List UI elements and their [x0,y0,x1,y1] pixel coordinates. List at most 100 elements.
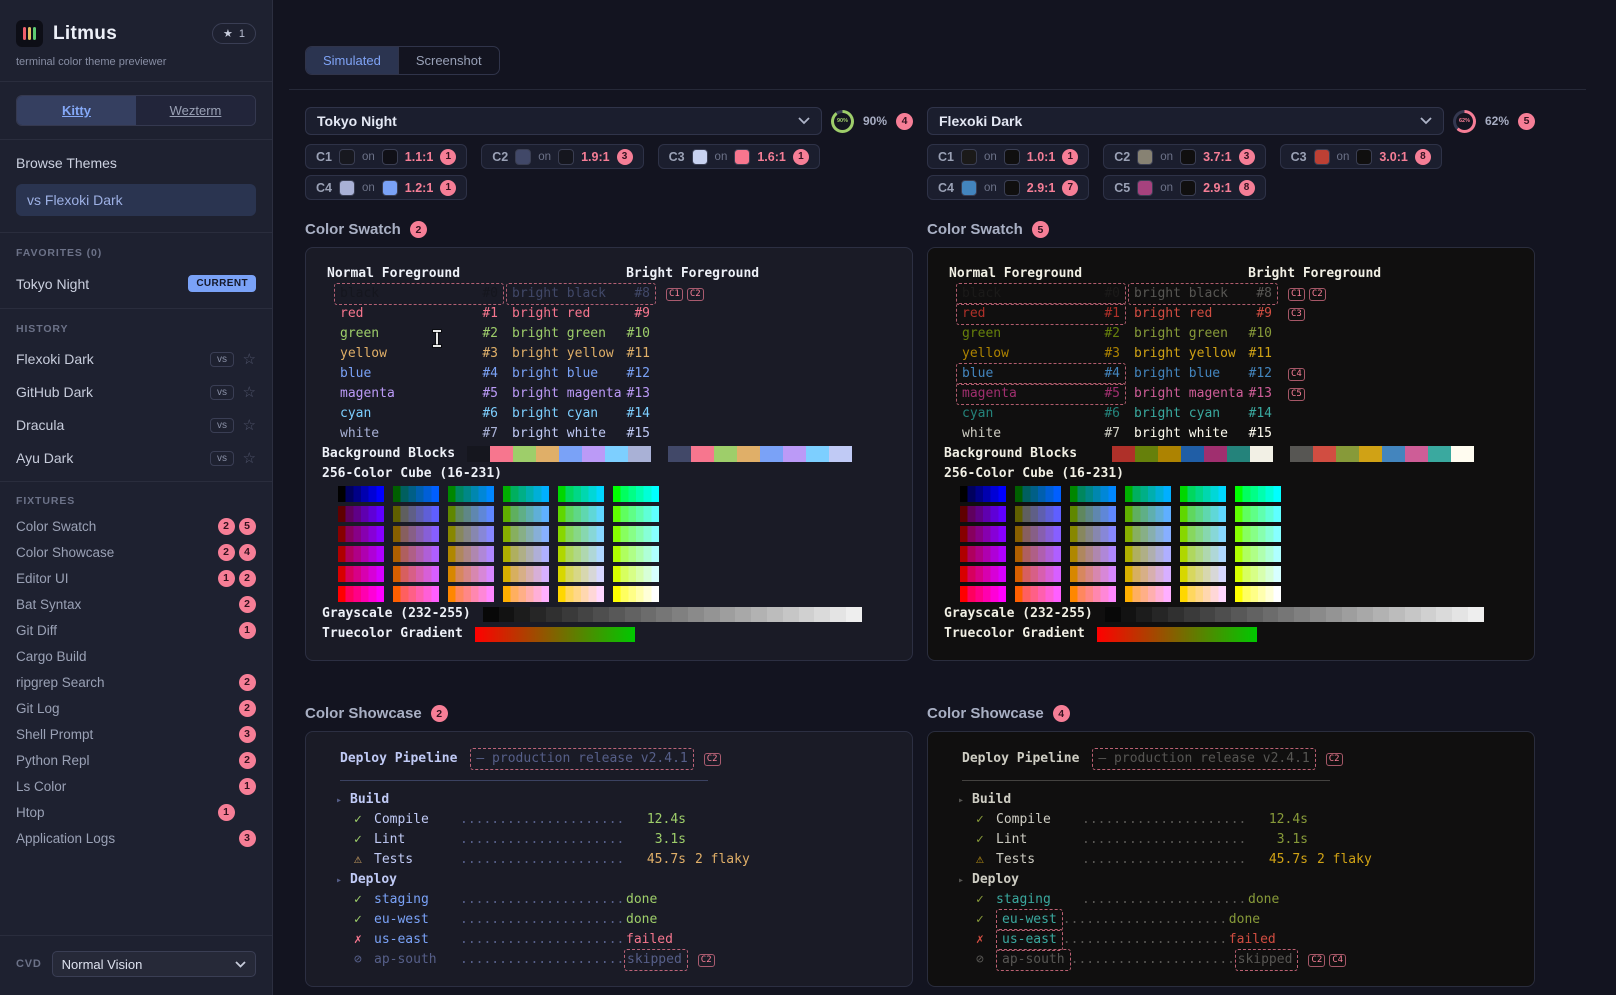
cvd-label: CVD [16,958,42,970]
fixture-name: Shell Prompt [16,727,93,742]
history-vs-button[interactable]: vs [210,352,234,367]
cube-strip [613,546,659,562]
cube-strip [960,526,1006,542]
fixture-item-color-swatch[interactable]: Color Swatch25 [16,513,256,539]
color-name: blue [962,364,993,384]
fixture-item-git-diff[interactable]: Git Diff1 [16,617,256,643]
step-label: Lint [996,830,1082,850]
swatch-row: white#7bright white#15 [322,424,896,444]
swatch-row: black#0bright black#8C1C2 [322,284,896,304]
fixture-item-git-log[interactable]: Git Log2 [16,695,256,721]
fixture-item-ls-color[interactable]: Ls Color1 [16,773,256,799]
color-name: white [962,424,1001,444]
fixture-item-application-logs[interactable]: Application Logs3 [16,825,256,851]
compare-selected-item[interactable]: vs Flexoki Dark [16,184,256,216]
normal-color-cell: white#7 [956,423,1126,445]
history-favorite-star-icon[interactable]: ☆ [234,350,256,368]
cube-strip [503,506,549,522]
history-favorite-star-icon[interactable]: ☆ [234,449,256,467]
fixture-item-htop[interactable]: Htop1 [16,799,256,825]
litmus-app: Litmus ★ 1 terminal color theme previewe… [0,0,1616,995]
contrast-chip-c3[interactable]: C3on3.0:18 [1280,144,1442,169]
cube-strip [558,546,604,562]
github-star-button[interactable]: ★ 1 [212,23,256,44]
cube-row [960,544,1518,564]
fixture-item-python-repl[interactable]: Python Repl2 [16,747,256,773]
bright-color-cell: bright black#8 [1128,283,1278,305]
chip-ratio: 1.1:1 [405,150,434,164]
contrast-chip-c2[interactable]: C2on1.9:13 [481,144,643,169]
contrast-chip-c1[interactable]: C1on1.0:11 [927,144,1089,169]
fixture-name: Color Showcase [16,545,114,560]
contrast-chip-c5[interactable]: C5on2.9:18 [1103,175,1265,200]
history-row[interactable]: Draculavs☆ [16,416,256,434]
section-issue-badge: 2 [410,221,427,238]
chip-bg-swatch [558,149,574,165]
contrast-chip-c1[interactable]: C1on1.1:11 [305,144,467,169]
history-row[interactable]: GitHub Darkvs☆ [16,383,256,401]
chip-count-badge: 1 [1062,149,1078,165]
color-index: #12 [1249,364,1272,384]
theme-select[interactable]: Tokyo Night [305,107,822,135]
normal-color-cell: cyan#6 [334,403,504,425]
color-index: #2 [482,324,498,344]
fixture-item-color-showcase[interactable]: Color Showcase24 [16,539,256,565]
history-vs-button[interactable]: vs [210,418,234,433]
bright-color-cell: bright blue#12 [1128,363,1278,385]
triangle-right-icon: ▸ [336,795,342,806]
favorite-row[interactable]: Tokyo Night CURRENT [16,275,256,292]
fixture-item-cargo-build[interactable]: Cargo Build [16,643,256,669]
cube-strip [338,506,384,522]
color-name: magenta [340,384,395,404]
fixture-item-ripgrep-search[interactable]: ripgrep Search2 [16,669,256,695]
cube-strip [1235,486,1281,502]
chip-label: C4 [938,181,954,195]
contrast-ref-tag: C1 [666,288,683,301]
swatch-row: yellow#3bright yellow#11 [944,344,1518,364]
contrast-ref-tag: C4 [1288,368,1305,381]
pipeline-step-row: ✓eu-west................................… [944,910,1518,930]
fixture-name: Ls Color [16,779,66,794]
history-vs-button[interactable]: vs [210,385,234,400]
color-name: bright black [512,284,606,304]
fixture-item-bat-syntax[interactable]: Bat Syntax2 [16,591,256,617]
cube-row [338,524,896,544]
chevron-down-icon [798,117,810,125]
fixture-item-editor-ui[interactable]: Editor UI12 [16,565,256,591]
truecolor-row: Truecolor Gradient [322,624,896,644]
cube-row [338,504,896,524]
contrast-ref-tag: C1 [1288,288,1305,301]
gauge-inner-label: 90% [837,118,848,124]
chip-bg-swatch [1180,149,1196,165]
step-label: Tests [996,850,1082,870]
contrast-chip-c4[interactable]: C4on1.2:11 [305,175,467,200]
app-title: Litmus [53,23,117,45]
history-favorite-star-icon[interactable]: ☆ [234,383,256,401]
terminal-tab-kitty[interactable]: Kitty [17,96,136,125]
terminal-tab-wezterm[interactable]: Wezterm [136,96,255,125]
chip-on-label: on [984,151,997,163]
cube-row [338,584,896,604]
view-tab-simulated[interactable]: Simulated [306,47,398,74]
color-name: bright green [1134,324,1228,344]
contrast-chip-c4[interactable]: C4on2.9:17 [927,175,1089,200]
step-value: failed [1227,930,1289,950]
fixture-item-shell-prompt[interactable]: Shell Prompt3 [16,721,256,747]
history-row[interactable]: Flexoki Darkvs☆ [16,350,256,368]
theme-select[interactable]: Flexoki Dark [927,107,1444,135]
cube-strip [1235,586,1281,602]
history-favorite-star-icon[interactable]: ☆ [234,416,256,434]
fixture-issue-badge: 1 [218,570,235,587]
chip-count-badge: 8 [1415,149,1431,165]
view-tab-screenshot[interactable]: Screenshot [398,47,499,74]
history-vs-button[interactable]: vs [210,451,234,466]
contrast-chip-c3[interactable]: C3on1.6:11 [658,144,820,169]
cube-strip [393,546,439,562]
cube-strip [613,586,659,602]
cvd-select[interactable]: Normal Vision [52,951,256,977]
grayscale-row: Grayscale (232-255) [944,604,1518,624]
history-row[interactable]: Ayu Darkvs☆ [16,449,256,467]
chip-count-badge: 1 [440,149,456,165]
contrast-ref-tag: C5 [1288,388,1305,401]
contrast-chip-c2[interactable]: C2on3.7:13 [1103,144,1265,169]
